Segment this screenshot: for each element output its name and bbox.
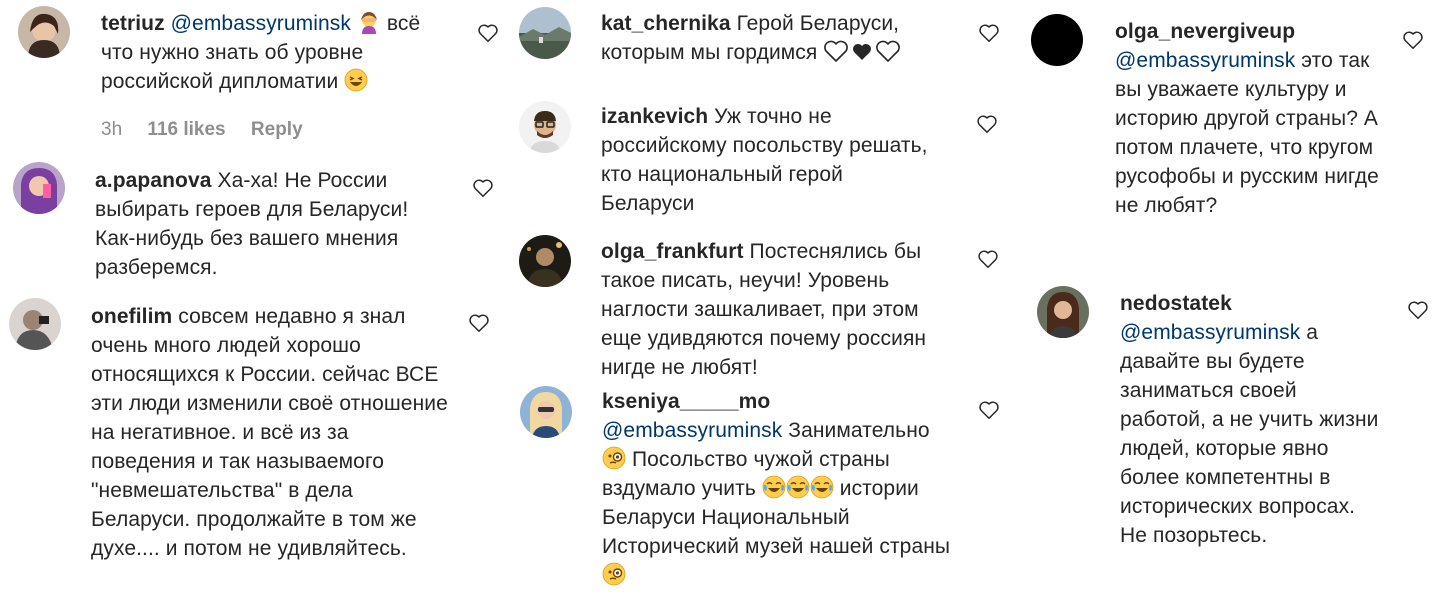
avatar[interactable] (1037, 286, 1089, 338)
avatar[interactable] (519, 101, 571, 153)
avatar[interactable] (9, 298, 61, 350)
comment-body: olga_nevergiveup @embassyruminsk это так… (1115, 17, 1385, 220)
comment-body: izankevich Уж точно не российскому посол… (601, 102, 941, 218)
comment-body: olga_frankfurt Постеснялись бы такое пис… (601, 237, 951, 382)
comment-text: Занимательно (788, 419, 930, 442)
comment-body: kseniya_____mo @embassyruminsk Занимател… (602, 387, 957, 590)
tears-of-joy-icon (762, 475, 786, 499)
avatar[interactable] (519, 235, 571, 287)
comment-mention[interactable]: @embassyruminsk (1120, 321, 1300, 344)
comment-text: совсем недавно я знал очень много людей … (91, 305, 448, 560)
like-heart-icon[interactable] (1402, 29, 1424, 51)
comment-time: 3h (101, 119, 123, 140)
comment-username[interactable]: tetriuz (101, 12, 165, 35)
face-with-monocle-icon (602, 446, 626, 470)
laughing-face-icon (344, 68, 368, 92)
like-heart-icon[interactable] (976, 113, 998, 135)
avatar[interactable] (18, 6, 70, 58)
avatar[interactable] (519, 7, 571, 59)
tears-of-joy-icon (786, 475, 810, 499)
white-heart-icon (823, 39, 849, 63)
comment-username[interactable]: izankevich (601, 105, 708, 128)
comment-body: kat_chernika Герой Беларуси, которым мы … (601, 9, 941, 67)
like-heart-icon[interactable] (472, 177, 494, 199)
avatar[interactable] (13, 162, 65, 214)
comment-meta: 3h 116 likes Reply (101, 119, 323, 141)
reply-button[interactable]: Reply (251, 119, 303, 140)
comment-likes[interactable]: 116 likes (147, 119, 225, 140)
comment-username[interactable]: olga_nevergiveup (1115, 20, 1295, 43)
avatar[interactable] (1031, 14, 1083, 66)
comment-mention[interactable]: @embassyruminsk (602, 419, 782, 442)
comment-mention[interactable]: @embassyruminsk (171, 12, 351, 35)
like-heart-icon[interactable] (468, 312, 490, 334)
comment-body: tetriuz @embassyruminsk всё что нужно зн… (101, 9, 451, 96)
comment-username[interactable]: kseniya_____mo (602, 390, 770, 413)
like-heart-icon[interactable] (977, 248, 999, 270)
avatar[interactable] (520, 386, 572, 438)
woman-facepalming-icon (357, 10, 381, 34)
like-heart-icon[interactable] (1407, 299, 1429, 321)
like-heart-icon[interactable] (477, 22, 499, 44)
comment-username[interactable]: nedostatek (1120, 292, 1232, 315)
face-with-monocle-icon (602, 562, 626, 586)
comment-text: это так вы уважаете культуру и историю д… (1115, 49, 1379, 217)
like-heart-icon[interactable] (978, 399, 1000, 421)
tears-of-joy-icon (810, 475, 834, 499)
black-heart-icon (849, 39, 875, 63)
comment-text: а давайте вы будете заниматься своей раб… (1120, 321, 1379, 547)
comment-username[interactable]: onefilim (91, 305, 172, 328)
comment-username[interactable]: a.papanova (95, 169, 212, 192)
comment-username[interactable]: olga_frankfurt (601, 240, 744, 263)
comment-mention[interactable]: @embassyruminsk (1115, 49, 1295, 72)
comment-body: onefilim совсем недавно я знал очень мно… (91, 302, 451, 563)
comment-username[interactable]: kat_chernika (601, 12, 731, 35)
white-heart-icon (875, 39, 901, 63)
like-heart-icon[interactable] (978, 22, 1000, 44)
comment-body: a.papanova Ха-ха! Не России выбирать гер… (95, 166, 440, 282)
comment-body: nedostatek @embassyruminsk а давайте вы … (1120, 289, 1385, 550)
